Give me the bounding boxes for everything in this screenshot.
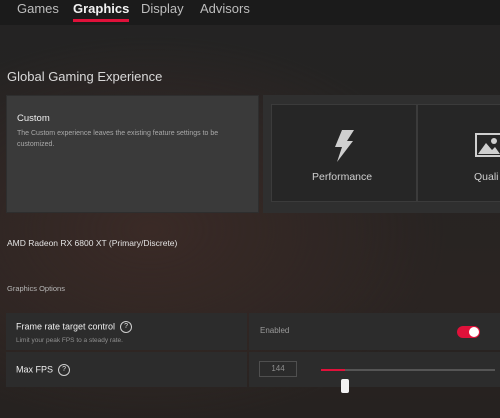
gpu-name: AMD Radeon RX 6800 XT (Primary/Discrete): [7, 238, 178, 248]
help-icon[interactable]: ?: [120, 321, 133, 333]
top-navigation: Games Graphics Display Advisors: [0, 0, 500, 25]
frame-rate-target-control-row: Frame rate target control? Limit your pe…: [6, 313, 500, 350]
max-fps-label: Max FPS: [16, 364, 54, 375]
tab-display[interactable]: Display: [141, 0, 184, 22]
frame-rate-target-control-label: Frame rate target control: [16, 321, 116, 332]
max-fps-slider-thumb[interactable]: [341, 379, 349, 393]
frame-rate-target-control-status: Enabled: [260, 326, 290, 335]
frame-rate-target-control-label-wrap: Frame rate target control?: [16, 321, 133, 333]
max-fps-row: Max FPS? 144: [6, 352, 500, 393]
frame-rate-target-control-label-cell: Frame rate target control? Limit your pe…: [6, 313, 247, 350]
max-fps-slider-fill: [321, 369, 345, 371]
max-fps-label-wrap: Max FPS?: [16, 364, 71, 376]
max-fps-input[interactable]: 144: [259, 361, 297, 377]
preset-performance-card[interactable]: Performance: [271, 104, 417, 202]
preset-custom-title: Custom: [17, 113, 50, 124]
tab-graphics[interactable]: Graphics: [73, 0, 130, 22]
preset-custom-description: The Custom experience leaves the existin…: [17, 130, 219, 148]
max-fps-value-cell: 144: [249, 352, 500, 393]
tab-graphics-label: Graphics: [73, 1, 130, 16]
frame-rate-target-control-description: Limit your peak FPS to a steady rate.: [16, 337, 123, 344]
preset-quality-label: Quali: [474, 171, 499, 183]
section-title: Global Gaming Experience: [7, 69, 163, 84]
max-fps-slider[interactable]: [321, 369, 495, 393]
frame-rate-target-control-value-cell: Enabled: [249, 313, 500, 350]
frame-rate-target-control-toggle[interactable]: [457, 326, 480, 338]
preset-quality-card[interactable]: Quali: [417, 104, 500, 202]
picture-icon: [475, 133, 500, 157]
help-icon[interactable]: ?: [58, 364, 71, 376]
active-tab-indicator: [73, 19, 130, 22]
preset-performance-label: Performance: [312, 171, 373, 183]
tab-games[interactable]: Games: [17, 0, 59, 22]
lightning-bolt-icon: [335, 130, 354, 162]
tab-advisors[interactable]: Advisors: [200, 0, 250, 22]
toggle-knob: [469, 327, 479, 337]
preset-custom-card[interactable]: Custom The Custom experience leaves the …: [6, 95, 259, 213]
graphics-options-title: Graphics Options: [7, 284, 65, 293]
max-fps-label-cell: Max FPS?: [6, 352, 247, 387]
